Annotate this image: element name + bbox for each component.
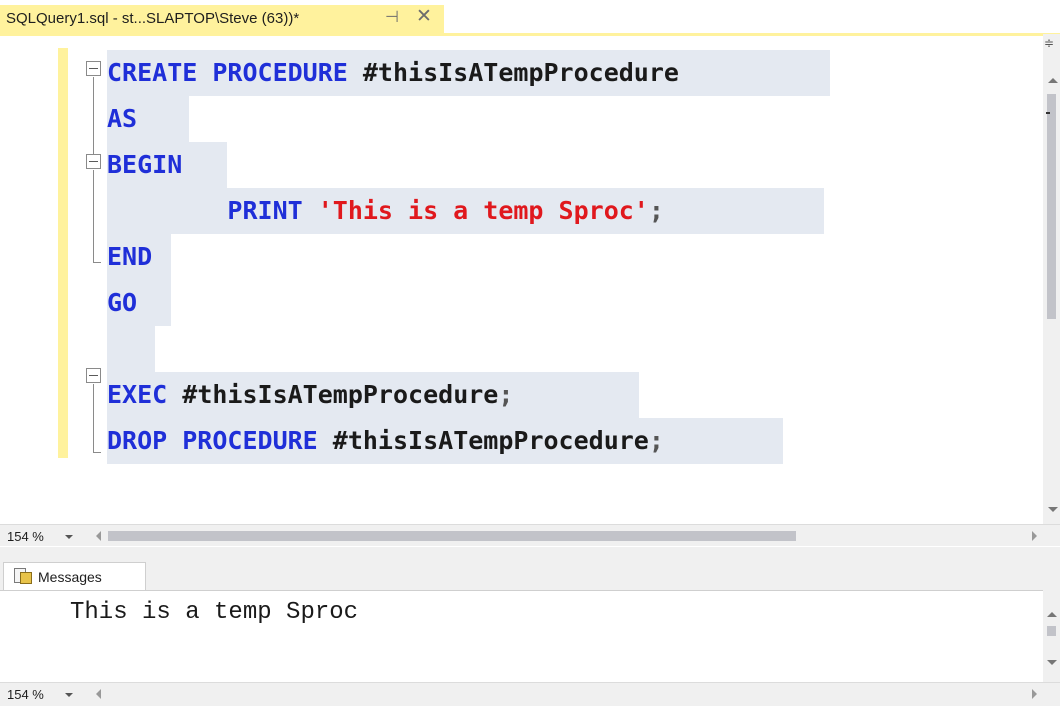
- code-line[interactable]: EXEC #thisIsATempProcedure;: [107, 372, 513, 418]
- code-token: DROP PROCEDURE: [107, 426, 333, 455]
- messages-vertical-scrollbar[interactable]: [1043, 590, 1060, 682]
- code-line[interactable]: DROP PROCEDURE #thisIsATempProcedure;: [107, 418, 664, 464]
- messages-zoom-select[interactable]: 154 %: [4, 685, 86, 702]
- code-token: 'This is a temp Sproc': [317, 196, 649, 225]
- editor-margin: [0, 36, 58, 524]
- scrollbar-thumb[interactable]: [1047, 626, 1056, 636]
- code-token: EXEC: [107, 380, 183, 409]
- scroll-up-icon[interactable]: [1047, 612, 1057, 617]
- collapse-icon[interactable]: [86, 61, 101, 76]
- horizontal-scrollbar-thumb[interactable]: [108, 531, 796, 541]
- code-token: AS: [107, 104, 138, 133]
- messages-horizontal-bar: 154 %: [0, 682, 1060, 706]
- tab-messages-label: Messages: [38, 569, 102, 585]
- code-token: BEGIN: [107, 150, 183, 179]
- editor-vertical-scrollbar[interactable]: [1043, 34, 1060, 524]
- code-token: ;: [498, 380, 514, 409]
- zoom-value: 154 %: [7, 687, 44, 702]
- code-token: ;: [648, 426, 664, 455]
- results-tab-bar: Messages: [0, 547, 1060, 592]
- editor-zoom-select[interactable]: 154 %: [4, 527, 86, 544]
- outline-line: [93, 170, 94, 262]
- chevron-down-icon: [65, 535, 73, 539]
- messages-pane[interactable]: This is a temp Sproc: [0, 590, 1043, 682]
- scroll-down-icon[interactable]: [1047, 660, 1057, 665]
- document-tab-strip: SQLQuery1.sql - st...SLAPTOP\Steve (63))…: [0, 0, 1060, 36]
- close-icon[interactable]: ✕: [416, 7, 432, 27]
- pin-icon[interactable]: ⊣: [385, 9, 399, 27]
- selection-highlight: [107, 326, 155, 372]
- code-line[interactable]: CREATE PROCEDURE #thisIsATempProcedure: [107, 50, 679, 96]
- code-token: CREATE PROCEDURE: [107, 58, 363, 87]
- code-line[interactable]: AS: [107, 96, 137, 142]
- query-editor[interactable]: CREATE PROCEDURE #thisIsATempProcedure AS…: [0, 36, 1043, 524]
- code-line[interactable]: PRINT 'This is a temp Sproc';: [107, 188, 664, 234]
- code-line[interactable]: END: [107, 234, 152, 280]
- zoom-value: 154 %: [7, 529, 44, 544]
- code-token: ;: [648, 196, 664, 225]
- code-line[interactable]: GO: [107, 280, 137, 326]
- collapse-icon[interactable]: [86, 154, 101, 169]
- code-token: #thisIsATempProcedure: [332, 426, 649, 455]
- outline-tick: [93, 452, 101, 453]
- change-tracking-bar: [58, 48, 68, 458]
- scroll-down-icon[interactable]: [1048, 507, 1058, 512]
- scroll-right-icon[interactable]: [1032, 531, 1037, 541]
- code-token: #thisIsATempProcedure: [362, 58, 679, 87]
- code-token: GO: [107, 288, 138, 317]
- code-token: END: [107, 242, 153, 271]
- tab-title: SQLQuery1.sql - st...SLAPTOP\Steve (63))…: [6, 10, 300, 27]
- scroll-left-icon[interactable]: [96, 689, 101, 699]
- code-token: PRINT: [107, 196, 318, 225]
- chevron-down-icon: [65, 693, 73, 697]
- scroll-left-icon[interactable]: [96, 531, 101, 541]
- document-tab[interactable]: SQLQuery1.sql - st...SLAPTOP\Steve (63))…: [0, 5, 444, 34]
- cursor-marker: [1046, 112, 1050, 114]
- editor-horizontal-bar: 154 %: [0, 524, 1060, 546]
- tab-messages[interactable]: Messages: [3, 562, 146, 592]
- outline-line: [93, 384, 94, 453]
- collapse-icon[interactable]: [86, 368, 101, 383]
- scroll-right-icon[interactable]: [1032, 689, 1037, 699]
- code-token: #thisIsATempProcedure: [182, 380, 499, 409]
- scroll-up-icon[interactable]: [1048, 78, 1058, 83]
- code-line[interactable]: BEGIN: [107, 142, 182, 188]
- scrollbar-thumb[interactable]: [1047, 94, 1056, 319]
- split-view-icon[interactable]: ≑: [1044, 36, 1054, 50]
- message-text: This is a temp Sproc: [70, 599, 359, 626]
- outline-line: [93, 77, 94, 162]
- outline-tick: [93, 262, 101, 263]
- messages-icon: [14, 568, 32, 584]
